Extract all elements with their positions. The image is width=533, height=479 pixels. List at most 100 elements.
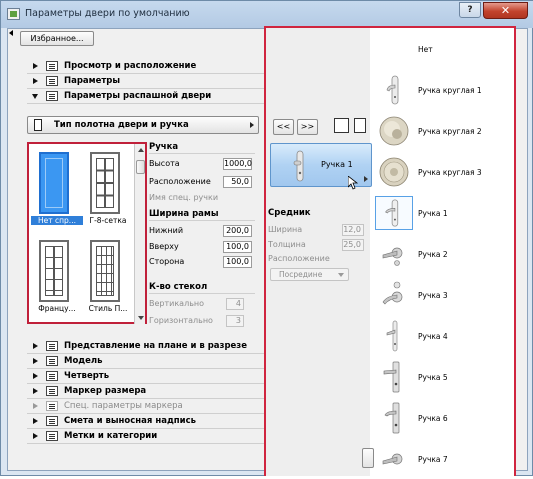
section-label: Четверть <box>64 371 110 381</box>
listing-label-icon <box>46 416 58 426</box>
special-handle-name-label: Имя спец. ручки <box>149 193 219 202</box>
mullion-thickness-input[interactable]: 25,0 <box>342 239 364 251</box>
list-item[interactable]: Ручка 4 <box>371 315 514 356</box>
close-button[interactable]: ✕ <box>483 2 528 19</box>
frame-bottom-label: Нижний <box>149 226 184 235</box>
handle-lever-plate-icon <box>384 402 400 434</box>
mouse-cursor-icon <box>348 176 358 190</box>
section-dimension-marker[interactable]: Маркер размера <box>27 384 265 399</box>
section-model[interactable]: Модель <box>27 354 265 369</box>
list-item-label: Ручка круглая 1 <box>418 86 482 95</box>
handle-lever-plate-icon <box>386 320 398 352</box>
section-label: Представление на плане и в разрезе <box>64 341 248 351</box>
glass-vertical-label: Вертикально <box>149 299 205 308</box>
list-item[interactable]: Нет <box>371 28 514 69</box>
gallery-scrollbar[interactable] <box>134 144 145 324</box>
section-label: Маркер размера <box>64 386 147 396</box>
mullion-width-label: Ширина <box>268 225 303 234</box>
next-handle-button[interactable]: >> <box>297 119 318 135</box>
handle-height-input[interactable]: 1000,0 <box>223 158 252 170</box>
list-item[interactable]: Ручка 5 <box>371 356 514 397</box>
list-item[interactable]: Ручка круглая 3 <box>371 151 514 192</box>
list-item[interactable]: Ручка круглая 1 <box>371 69 514 110</box>
section-tags-and-categories[interactable]: Метки и категории <box>27 429 265 444</box>
list-item-label: Ручка 5 <box>418 373 448 382</box>
handle-selector-label: Ручка 1 <box>321 160 353 169</box>
frame-bottom-input[interactable]: 200,0 <box>223 225 252 237</box>
app-icon <box>7 8 20 20</box>
gallery-item-label: Нет спр... <box>31 216 83 225</box>
bottom-button-stub[interactable] <box>362 448 374 468</box>
scroll-down-icon[interactable] <box>138 316 144 320</box>
section-reveal[interactable]: Четверть <box>27 369 265 384</box>
scroll-up-icon[interactable] <box>138 148 144 152</box>
gallery-item-label: Францу... <box>38 304 76 313</box>
reveal-icon <box>46 371 58 381</box>
frame-width-heading: Ширина рамы <box>149 209 219 219</box>
preview-frame-icon[interactable] <box>334 118 349 133</box>
list-item-label: Ручка круглая 3 <box>418 168 482 177</box>
mullion-heading: Средник <box>268 208 311 218</box>
section-marker-special-params[interactable]: Спец. параметры маркера <box>27 399 265 414</box>
list-item-label: Ручка 7 <box>418 455 448 464</box>
expand-arrow-icon[interactable] <box>33 358 38 364</box>
expand-arrow-icon[interactable] <box>33 343 38 349</box>
expand-arrow-icon[interactable] <box>33 78 38 84</box>
collapse-panel-icon[interactable] <box>9 30 13 36</box>
favorites-button[interactable]: Избранное... <box>20 31 94 46</box>
list-item[interactable]: Ручка 6 <box>371 397 514 438</box>
previous-handle-button[interactable]: << <box>273 119 294 135</box>
plan-section-icon <box>46 341 58 351</box>
parameters-icon <box>46 76 58 86</box>
list-item[interactable]: Ручка круглая 2 <box>371 110 514 151</box>
expand-arrow-icon[interactable] <box>33 373 38 379</box>
list-item[interactable]: Ручка 7 <box>371 438 514 479</box>
scroll-thumb[interactable] <box>136 160 145 174</box>
gallery-item[interactable]: Францу... <box>31 236 81 320</box>
handle-position-input[interactable]: 50,0 <box>223 176 252 188</box>
expand-arrow-icon[interactable] <box>33 418 38 424</box>
gallery-item[interactable]: Нет спр... <box>31 148 83 232</box>
dropdown-arrow-icon <box>250 122 254 128</box>
help-button[interactable]: ? <box>459 2 481 18</box>
gallery-item[interactable]: Стиль П... <box>82 236 132 320</box>
handle-position-label: Расположение <box>149 177 211 186</box>
mullion-width-input[interactable]: 12,0 <box>342 224 364 236</box>
section-listing-and-label[interactable]: Смета и выносная надпись <box>27 414 265 429</box>
handle-view-icon[interactable] <box>354 118 366 133</box>
knob-icon <box>379 157 409 187</box>
title-bar[interactable]: Параметры двери по умолчанию ? ✕ <box>1 1 533 28</box>
glass-vertical-input[interactable]: 4 <box>226 298 244 310</box>
handle-lever-plate-icon <box>375 196 413 230</box>
section-parameters[interactable]: Параметры <box>27 74 265 89</box>
list-item[interactable]: Ручка 3 <box>371 274 514 315</box>
section-label: Смета и выносная надпись <box>64 416 197 426</box>
door-leaf-icon <box>34 119 42 131</box>
view-position-icon <box>46 61 58 71</box>
list-item[interactable]: Ручка 2 <box>371 233 514 274</box>
mullion-position-select[interactable]: Посредине <box>270 268 349 281</box>
model-icon <box>46 356 58 366</box>
mullion-thickness-label: Толщина <box>268 240 306 249</box>
section-label: Метки и категории <box>64 431 158 441</box>
window-title: Параметры двери по умолчанию <box>25 8 190 19</box>
lever-rosette-icon <box>382 247 403 266</box>
frame-side-input[interactable]: 100,0 <box>223 256 252 268</box>
section-view-and-position[interactable]: Просмотр и расположение <box>27 59 265 74</box>
gallery-item-label: Стиль П... <box>88 304 128 313</box>
expand-arrow-icon[interactable] <box>33 388 38 394</box>
expand-arrow-icon[interactable] <box>33 433 38 439</box>
gallery-item[interactable]: Г-8-сетка <box>82 148 132 232</box>
section-swing-door-parameters[interactable]: Параметры распашной двери <box>27 89 265 104</box>
glass-horizontal-input[interactable]: 3 <box>226 315 244 327</box>
expand-arrow-icon[interactable] <box>33 403 38 409</box>
door-leaf-type-selector[interactable]: Тип полотна двери и ручка <box>27 116 259 134</box>
frame-side-label: Сторона <box>149 257 185 266</box>
list-item-label: Ручка круглая 2 <box>418 127 482 136</box>
knob-icon <box>379 116 409 146</box>
expand-arrow-icon[interactable] <box>33 63 38 69</box>
list-item[interactable]: Ручка 1 <box>371 192 514 233</box>
collapse-arrow-icon[interactable] <box>32 94 38 99</box>
section-plan-and-section[interactable]: Представление на плане и в разрезе <box>27 339 265 354</box>
frame-top-input[interactable]: 100,0 <box>223 241 252 253</box>
